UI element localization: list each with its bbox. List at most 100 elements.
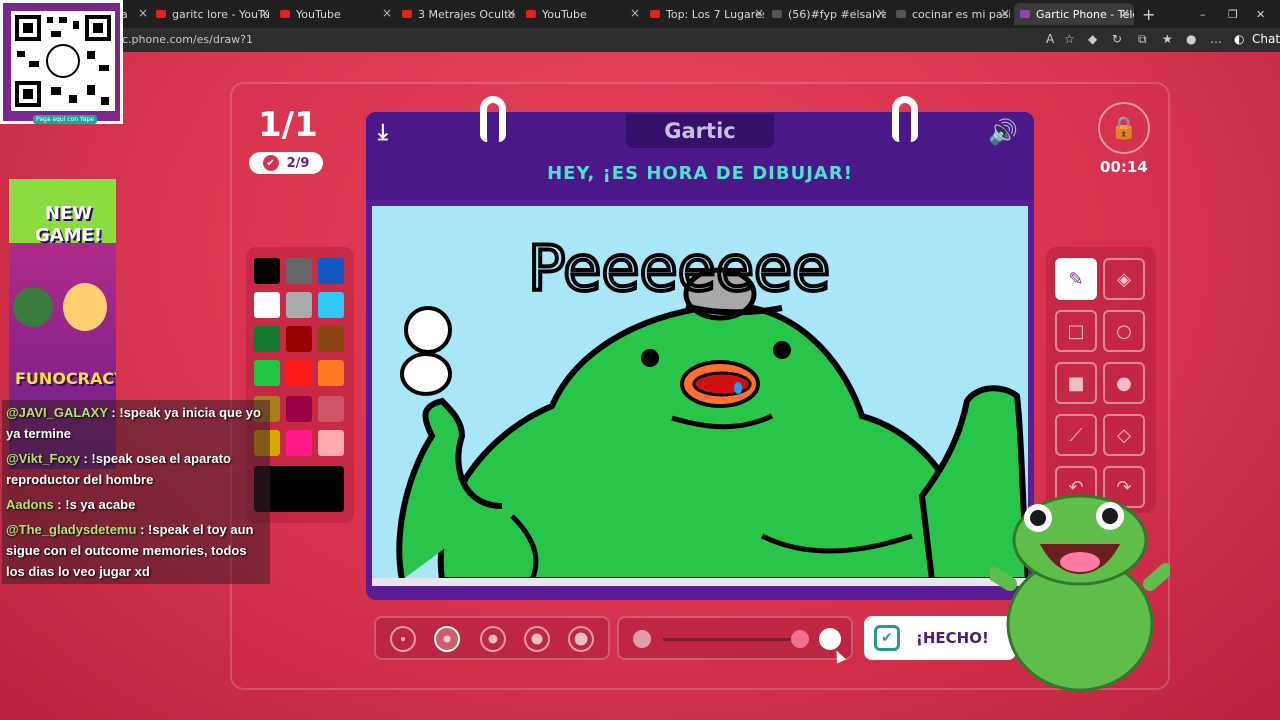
drawing-canvas[interactable]: Peeeeeee bbox=[372, 206, 1028, 580]
close-icon[interactable]: × bbox=[630, 6, 640, 20]
lock-button[interactable]: 🔒 bbox=[1098, 102, 1150, 154]
filled-ellipse-tool-button[interactable]: ● bbox=[1103, 362, 1145, 404]
close-icon[interactable]: × bbox=[876, 6, 886, 20]
close-icon[interactable]: × bbox=[506, 6, 516, 20]
new-tab-icon[interactable]: + bbox=[1142, 3, 1158, 25]
color-swatch[interactable] bbox=[286, 292, 312, 318]
ad-character bbox=[63, 283, 107, 331]
maximize-icon[interactable]: ❐ bbox=[1228, 3, 1242, 25]
done-label: ¡HECHO! bbox=[916, 629, 989, 647]
tiktok-icon bbox=[772, 10, 782, 18]
color-swatch[interactable] bbox=[254, 292, 280, 318]
chat-text: : !s ya acabe bbox=[57, 497, 136, 512]
close-icon[interactable]: × bbox=[260, 6, 270, 20]
browser-tab[interactable]: YouTube × bbox=[280, 3, 392, 25]
color-swatch[interactable] bbox=[286, 396, 312, 422]
ad-brand: FUNOCRACY bbox=[15, 369, 116, 388]
thickness-option[interactable] bbox=[568, 626, 594, 652]
close-icon[interactable]: × bbox=[754, 6, 764, 20]
color-swatch[interactable] bbox=[254, 360, 280, 386]
rectangle-outline-icon: □ bbox=[1067, 320, 1085, 342]
tab-label: 3 Metrajes Ocultos De F bbox=[418, 7, 516, 21]
youtube-icon bbox=[156, 10, 166, 18]
opacity-slider[interactable] bbox=[617, 616, 853, 660]
qr-caption: Paga aquí con Yape bbox=[33, 115, 97, 124]
color-swatch[interactable] bbox=[286, 430, 312, 456]
chat-label[interactable]: Chat bbox=[1252, 32, 1280, 46]
split-screen-icon[interactable]: ⧉ bbox=[1138, 32, 1147, 47]
minimize-icon[interactable]: – bbox=[1200, 3, 1214, 25]
color-swatch[interactable] bbox=[286, 360, 312, 386]
volume-icon[interactable]: 🔊 bbox=[988, 118, 1018, 146]
browser-tab[interactable]: garitc lore - YouTube× bbox=[156, 3, 270, 25]
close-icon[interactable]: × bbox=[1000, 6, 1010, 20]
refresh-icon[interactable]: ↻ bbox=[1112, 32, 1122, 46]
tab-label: YouTube bbox=[542, 7, 587, 21]
color-swatch[interactable] bbox=[318, 396, 344, 422]
color-swatch[interactable] bbox=[318, 258, 344, 284]
rectangle-filled-icon: ■ bbox=[1067, 372, 1085, 394]
color-swatch[interactable] bbox=[286, 326, 312, 352]
rectangle-tool-button[interactable]: □ bbox=[1055, 310, 1097, 352]
favorites-icon[interactable]: ★ bbox=[1162, 32, 1173, 46]
ellipse-tool-button[interactable]: ○ bbox=[1103, 310, 1145, 352]
url-field[interactable]: c.phone.com/es/draw?1 bbox=[122, 33, 253, 46]
thickness-dot bbox=[574, 632, 588, 646]
opacity-max-icon bbox=[819, 628, 841, 650]
round-counter: 1/1 bbox=[258, 105, 318, 145]
check-icon: ✔ bbox=[262, 155, 279, 171]
color-swatch[interactable] bbox=[286, 258, 312, 284]
circle-filled-icon: ● bbox=[1116, 372, 1132, 394]
qr-code-overlay: Paga aquí con Yape bbox=[0, 0, 123, 124]
binder-ring bbox=[892, 96, 918, 142]
timer: 00:14 bbox=[1100, 158, 1148, 176]
address-bar: c.phone.com/es/draw?1 A ☆ ◆ ↻ ⧉ ★ ● … ◐ … bbox=[0, 28, 1280, 52]
color-swatch[interactable] bbox=[254, 258, 280, 284]
eraser-tool-button[interactable]: ◈ bbox=[1103, 258, 1145, 300]
window-close-icon[interactable]: ✕ bbox=[1256, 3, 1270, 25]
color-swatch[interactable] bbox=[318, 360, 344, 386]
profile-icon[interactable]: ● bbox=[1186, 32, 1196, 46]
color-swatch[interactable] bbox=[254, 326, 280, 352]
pencil-icon: ✎ bbox=[1068, 268, 1084, 290]
favorite-star-icon[interactable]: ☆ bbox=[1064, 32, 1075, 46]
browser-tab[interactable]: Top: Los 7 Lugares Más× bbox=[650, 3, 764, 25]
color-swatch[interactable] bbox=[318, 430, 344, 456]
qr-code bbox=[11, 11, 115, 111]
chat-user: @JAVI_GALAXY bbox=[6, 405, 108, 420]
binder-ring bbox=[480, 96, 506, 142]
thickness-option[interactable] bbox=[524, 626, 550, 652]
youtube-icon bbox=[402, 10, 412, 18]
thickness-option[interactable] bbox=[434, 626, 460, 652]
close-icon[interactable]: × bbox=[382, 6, 392, 20]
browser-tab[interactable]: YouTube × bbox=[526, 3, 640, 25]
thickness-option[interactable] bbox=[390, 626, 416, 652]
color-swatch[interactable] bbox=[318, 292, 344, 318]
thickness-dot bbox=[401, 637, 405, 641]
extension-icon[interactable]: ◆ bbox=[1088, 32, 1097, 46]
browser-tab-active[interactable]: Gartic Phone - Teléfono× bbox=[1014, 3, 1134, 25]
color-swatch[interactable] bbox=[318, 326, 344, 352]
players-done-count: 2/9 bbox=[286, 155, 310, 171]
fill-tool-button[interactable]: ◇ bbox=[1103, 414, 1145, 456]
pen-tool-button[interactable]: ✎ bbox=[1055, 258, 1097, 300]
read-aloud-icon[interactable]: A bbox=[1046, 32, 1054, 46]
line-tool-button[interactable]: ⟋ bbox=[1055, 414, 1097, 456]
copilot-icon[interactable]: ◐ bbox=[1234, 32, 1244, 46]
more-menu-icon[interactable]: … bbox=[1210, 32, 1222, 46]
close-icon[interactable]: × bbox=[1120, 6, 1130, 20]
slider-thumb[interactable] bbox=[791, 630, 809, 648]
browser-tab[interactable]: (56)#fyp #elsalvador | cc× bbox=[772, 3, 886, 25]
thickness-option[interactable] bbox=[480, 626, 506, 652]
stream-chat: @JAVI_GALAXY : !speak ya inicia que yo y… bbox=[2, 400, 270, 584]
download-icon[interactable]: ⤓ bbox=[378, 120, 388, 145]
tab-label: (56)#fyp #elsalvador | cc bbox=[788, 7, 886, 21]
browser-tab[interactable]: cocinar es mi pasión #p× bbox=[896, 3, 1010, 25]
close-icon[interactable]: × bbox=[138, 6, 148, 20]
youtube-icon bbox=[526, 10, 536, 18]
slider-track bbox=[663, 638, 803, 641]
browser-tab[interactable]: 3 Metrajes Ocultos De F× bbox=[402, 3, 516, 25]
filled-rectangle-tool-button[interactable]: ■ bbox=[1055, 362, 1097, 404]
chat-user: @Vikt_Foxy bbox=[6, 451, 80, 466]
thickness-dot bbox=[531, 633, 543, 645]
